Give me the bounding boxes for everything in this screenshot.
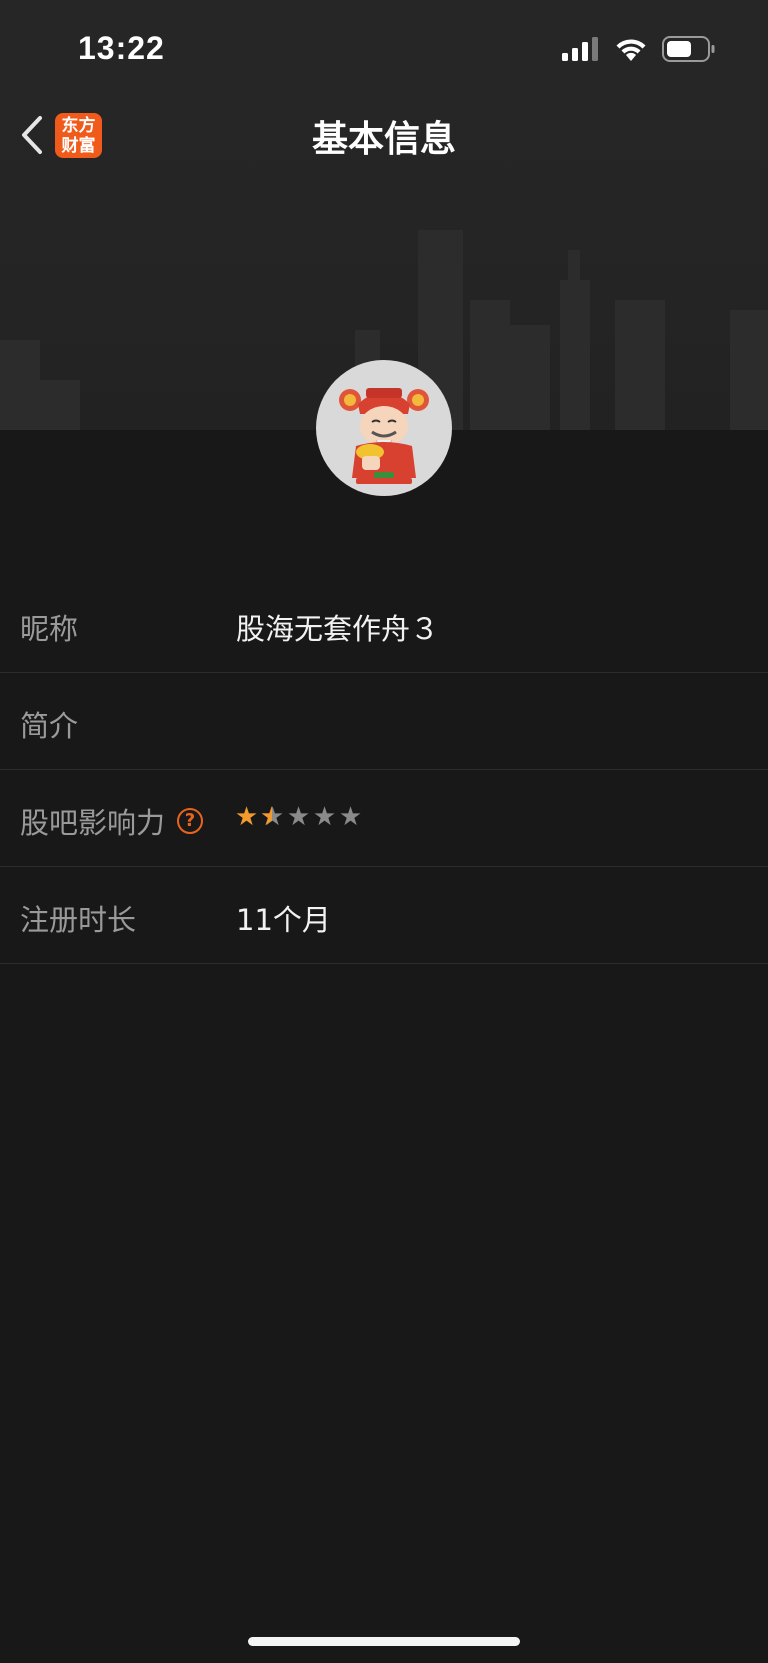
avatar[interactable] (316, 360, 452, 496)
help-icon[interactable]: ? (177, 808, 204, 834)
bio-row[interactable]: 简介 (0, 673, 768, 770)
registration-duration-row: 注册时长 11个月 (0, 867, 768, 964)
avatar-image (339, 388, 429, 484)
influence-row: 股吧影响力 ? ★ ★ ★ ★ ★ (0, 770, 768, 867)
signal-icon (562, 37, 598, 61)
page-title: 基本信息 (311, 119, 456, 160)
nickname-row[interactable]: 昵称 股海无套作舟３ (0, 576, 768, 673)
nickname-label: 昵称 (20, 612, 79, 646)
influence-rating: ★ ★ ★ ★ ★ (234, 802, 363, 832)
status-time: 13:22 (78, 30, 165, 66)
star-icon: ★ (234, 802, 259, 832)
influence-label-group: 股吧影响力 ? (20, 800, 204, 842)
star-icon: ★ (338, 802, 363, 832)
home-indicator[interactable] (248, 1637, 520, 1646)
star-icon: ★ (260, 802, 285, 832)
star-icon: ★ (286, 802, 311, 832)
wifi-icon (616, 39, 646, 61)
registration-duration-value: 11个月 (236, 903, 331, 937)
influence-label: 股吧影响力 (20, 806, 166, 840)
registration-duration-label: 注册时长 (20, 903, 137, 937)
star-icon: ★ (312, 802, 337, 832)
status-icons (562, 36, 716, 62)
battery-icon (662, 36, 715, 62)
bio-label: 简介 (20, 709, 79, 743)
profile-info-list: 昵称 股海无套作舟３ 简介 股吧影响力 ? ★ ★ ★ ★ ★ 注册时长 11个… (0, 576, 768, 964)
nickname-value: 股海无套作舟３ (236, 612, 440, 646)
